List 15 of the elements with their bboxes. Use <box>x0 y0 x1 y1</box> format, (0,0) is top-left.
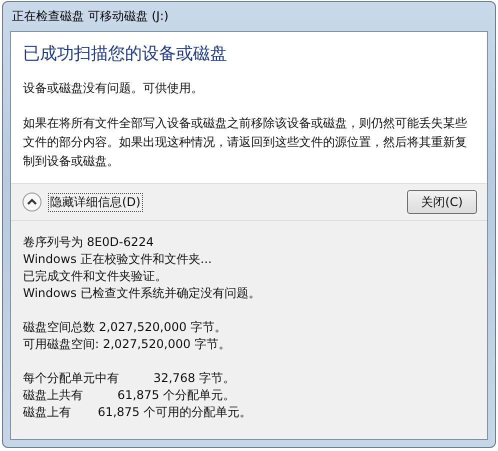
log-line: 已完成文件和文件夹验证。 <box>23 268 168 285</box>
message-text: 如果在将所有文件全部写入设备或磁盘之前移除该设备或磁盘，则仍然可能丢失某些文件的部分内容。如果出现这种情况，请返回到这些文件的源位置，然后将其重新复制到设备或磁盘。 <box>23 115 468 170</box>
log-line: 磁盘上共有 61,875 个分配单元。 <box>23 387 236 404</box>
message-text: 设备或磁盘没有问题。可供使用。 <box>23 80 204 97</box>
window-title: 正在检查磁盘 可移动磁盘 (J:) <box>11 8 169 25</box>
dialog-heading: 已成功扫描您的设备或磁盘 <box>23 43 228 65</box>
log-line: 磁盘上有 61,875 个可用的分配单元。 <box>23 404 253 421</box>
log-line: 磁盘空间总数 2,027,520,000 字节。 <box>23 319 228 336</box>
log-line: 每个分配单元中有 32,768 字节。 <box>23 370 236 387</box>
log-line: 卷序列号为 8E0D-6224 <box>23 234 155 251</box>
log-line: Windows 正在校验文件和文件夹... <box>23 251 213 268</box>
log-line: Windows 已检查文件系统并确定没有问题。 <box>23 285 262 302</box>
close-button[interactable]: 关闭(C) <box>407 190 477 214</box>
chevron-icon <box>22 192 42 212</box>
log-line: 可用磁盘空间: 2,027,520,000 字节。 <box>23 336 232 353</box>
